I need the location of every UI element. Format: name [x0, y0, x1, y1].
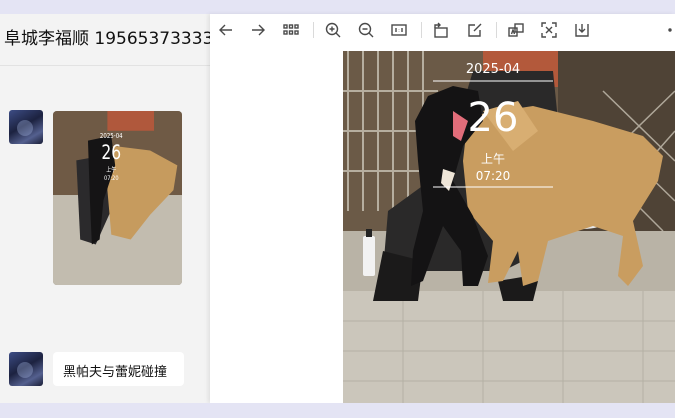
- chat-title: 阜城李福顺 19565373333: [4, 29, 210, 49]
- actual-size-icon[interactable]: [389, 20, 409, 40]
- chat-pane: 阜城李福顺 19565373333 2025-04 26 上午 07:20 黑帕…: [0, 14, 210, 403]
- avatar[interactable]: [9, 352, 43, 386]
- forward-arrow-icon[interactable]: [248, 20, 268, 40]
- zoom-out-icon[interactable]: [356, 20, 376, 40]
- watermark-date: 2025-04: [466, 62, 520, 77]
- avatar[interactable]: [9, 110, 43, 144]
- toolbar-divider: [496, 22, 497, 38]
- download-icon[interactable]: [572, 20, 592, 40]
- watermark-period: 上午: [481, 152, 505, 166]
- scan-icon[interactable]: [539, 20, 559, 40]
- grid-view-icon[interactable]: [281, 20, 301, 40]
- more-icon[interactable]: [660, 20, 675, 40]
- watermark-time: 07:20: [476, 169, 511, 183]
- message-text: 黑帕夫与蕾妮碰撞: [63, 365, 168, 380]
- viewer-toolbar: [210, 14, 675, 50]
- dog-photo: 2025-04 26 上午 07:20: [343, 51, 675, 403]
- translate-icon[interactable]: [506, 20, 526, 40]
- thumbnail-watermark-date: 2025-04: [100, 133, 123, 141]
- thumbnail-watermark-time: 07:20: [104, 176, 119, 183]
- bottom-bar: [0, 403, 675, 418]
- toolbar-divider: [313, 22, 314, 38]
- chat-header: 阜城李福顺 19565373333: [0, 14, 210, 66]
- back-arrow-icon[interactable]: [216, 20, 236, 40]
- thumbnail-watermark-day: 26: [101, 141, 121, 164]
- viewer-photo[interactable]: 2025-04 26 上午 07:20: [343, 51, 675, 403]
- rotate-icon[interactable]: [431, 20, 451, 40]
- image-viewer: 2025-04 26 上午 07:20: [210, 14, 675, 403]
- watermark-day: 26: [468, 95, 519, 141]
- toolbar-divider: [421, 22, 422, 38]
- zoom-in-icon[interactable]: [323, 20, 343, 40]
- image-message-thumbnail[interactable]: 2025-04 26 上午 07:20: [53, 111, 182, 285]
- edit-icon[interactable]: [465, 20, 485, 40]
- text-message-bubble[interactable]: 黑帕夫与蕾妮碰撞: [53, 352, 184, 386]
- thumbnail-photo: 2025-04 26 上午 07:20: [53, 111, 182, 285]
